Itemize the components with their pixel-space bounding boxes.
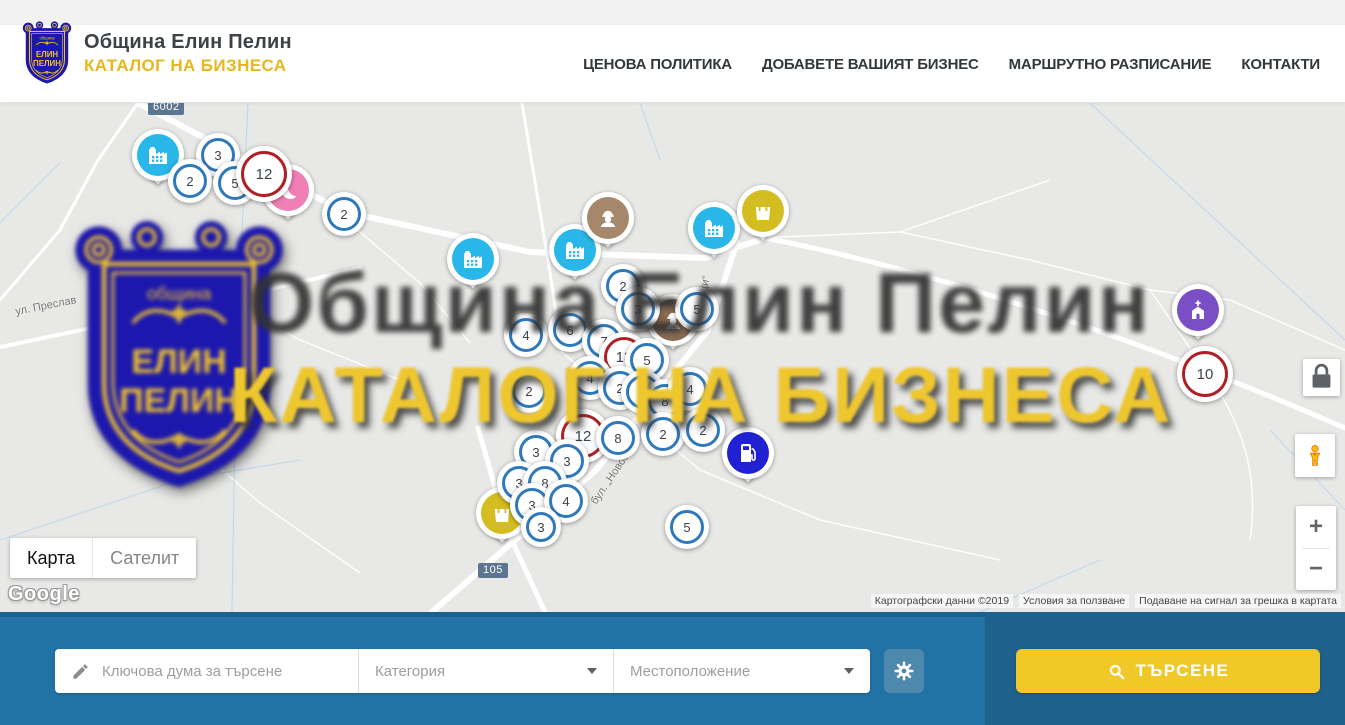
map-pin-factory[interactable]: [447, 233, 499, 297]
cluster-count: 4: [509, 318, 543, 352]
attribution-copyright: Картографски данни ©2019: [871, 594, 1013, 608]
cluster-count: 3: [621, 292, 655, 326]
shopping-bag-icon: [742, 190, 784, 232]
pencil-icon: [71, 662, 90, 681]
chevron-down-icon: [587, 668, 597, 674]
map-cluster[interactable]: 4: [504, 313, 548, 357]
cluster-count: 2: [512, 374, 546, 408]
search-button[interactable]: ТЪРСЕНЕ: [1016, 649, 1320, 693]
nav-item-pricing[interactable]: ЦЕНОВА ПОЛИТИКА: [583, 56, 732, 73]
lock-icon: [1303, 359, 1340, 396]
location-value: Местоположение: [630, 663, 750, 680]
gear-icon: [893, 660, 915, 682]
map-cluster[interactable]: 2: [168, 159, 212, 203]
zoom-out-button[interactable]: −: [1296, 549, 1336, 591]
search-button-label: ТЪРСЕНЕ: [1136, 661, 1230, 681]
attribution-report-link[interactable]: Подаване на сигнал за грешка в картата: [1135, 594, 1341, 608]
cluster-count: 2: [646, 417, 680, 451]
map-cluster[interactable]: 5: [665, 505, 709, 549]
search-form: Категория Местоположение: [55, 649, 870, 693]
municipality-crest-logo: община ЕЛИН ПЕЛИН: [22, 21, 72, 85]
worker-icon: [587, 197, 629, 239]
chevron-down-icon: [844, 668, 854, 674]
google-logo[interactable]: Google: [8, 583, 80, 606]
factory-icon: [693, 207, 735, 249]
road-number-badge: 6002: [148, 103, 184, 115]
map-type-satellite-button[interactable]: Сателит: [92, 538, 196, 578]
map-lock-button[interactable]: [1303, 359, 1340, 396]
main-nav: ЦЕНОВА ПОЛИТИКА ДОБАВЕТЕ ВАШИЯТ БИЗНЕС М…: [583, 25, 1320, 103]
map-cluster[interactable]: 10: [1177, 346, 1233, 402]
map-cluster[interactable]: 2: [681, 408, 725, 452]
map-cluster[interactable]: 2: [641, 412, 685, 456]
search-icon: [1107, 662, 1126, 681]
church-icon: [1177, 289, 1219, 331]
nav-item-route-schedule[interactable]: МАРШРУТНО РАЗПИСАНИЕ: [1009, 56, 1212, 73]
street-view-pegman-button[interactable]: [1295, 434, 1335, 477]
keyword-section: [55, 649, 358, 693]
cluster-count: 12: [241, 151, 287, 197]
google-map[interactable]: ул. Преславбул. „Новоселци“ 6002105 3251…: [0, 103, 1345, 612]
site-subtitle: КАТАЛОГ НА БИЗНЕСА: [84, 56, 292, 76]
map-pin-worker[interactable]: [582, 192, 634, 256]
crest-name-line1: ЕЛИН: [36, 50, 59, 59]
location-select[interactable]: Местоположение: [613, 649, 870, 693]
attribution-terms-link[interactable]: Условия за ползване: [1019, 594, 1129, 608]
nav-item-contacts[interactable]: КОНТАКТИ: [1241, 56, 1320, 73]
cluster-count: 2: [686, 413, 720, 447]
fuel-icon: [727, 432, 769, 474]
map-cluster[interactable]: 3: [616, 287, 660, 331]
nav-item-add-business[interactable]: ДОБАВЕТЕ ВАШИЯТ БИЗНЕС: [762, 56, 979, 73]
keyword-input[interactable]: [102, 663, 342, 680]
zoom-in-button[interactable]: +: [1296, 506, 1336, 548]
map-type-control: Карта Сателит: [10, 538, 196, 578]
map-cluster[interactable]: 3: [521, 507, 561, 547]
cluster-count: 2: [173, 164, 207, 198]
brand[interactable]: община ЕЛИН ПЕЛИН Община Елин Пелин КАТА…: [22, 21, 292, 85]
map-pin-fuel[interactable]: [722, 427, 774, 491]
factory-icon: [452, 238, 494, 280]
header: община ЕЛИН ПЕЛИН Община Елин Пелин КАТА…: [0, 25, 1345, 103]
brand-text: Община Елин Пелин КАТАЛОГ НА БИЗНЕСА: [84, 31, 292, 76]
map-cluster[interactable]: 5: [675, 287, 719, 331]
site-title: Община Елин Пелин: [84, 31, 292, 54]
map-cluster[interactable]: 4: [668, 367, 712, 411]
map-cluster[interactable]: 8: [596, 416, 640, 460]
category-value: Категория: [375, 663, 445, 680]
pegman-icon: [1302, 443, 1328, 469]
map-cluster[interactable]: 12: [236, 146, 292, 202]
zoom-control: + −: [1296, 506, 1336, 590]
cluster-count: 8: [601, 421, 635, 455]
map-cluster[interactable]: 2: [507, 369, 551, 413]
cluster-count: 3: [526, 512, 556, 542]
map-pin-church[interactable]: [1172, 284, 1224, 348]
map-pin-shopping-bag[interactable]: [737, 185, 789, 249]
search-bar: Категория Местоположение: [0, 612, 1345, 725]
map-cluster[interactable]: 2: [322, 192, 366, 236]
cluster-count: 5: [680, 292, 714, 326]
crest-small-text: община: [39, 36, 55, 41]
map-type-map-button[interactable]: Карта: [10, 538, 92, 578]
cluster-count: 4: [673, 372, 707, 406]
map-attribution: Картографски данни ©2019 Условия за полз…: [871, 594, 1341, 608]
cluster-count: 5: [670, 510, 704, 544]
category-select[interactable]: Категория: [358, 649, 613, 693]
page: община ЕЛИН ПЕЛИН Община Елин Пелин КАТА…: [0, 0, 1345, 725]
crest-name-line2: ПЕЛИН: [33, 59, 61, 68]
map-pin-factory[interactable]: [688, 202, 740, 266]
road-number-badge: 105: [478, 563, 508, 578]
cluster-count: 10: [1182, 351, 1228, 397]
advanced-settings-button[interactable]: [884, 649, 924, 693]
cluster-count: 2: [327, 197, 361, 231]
